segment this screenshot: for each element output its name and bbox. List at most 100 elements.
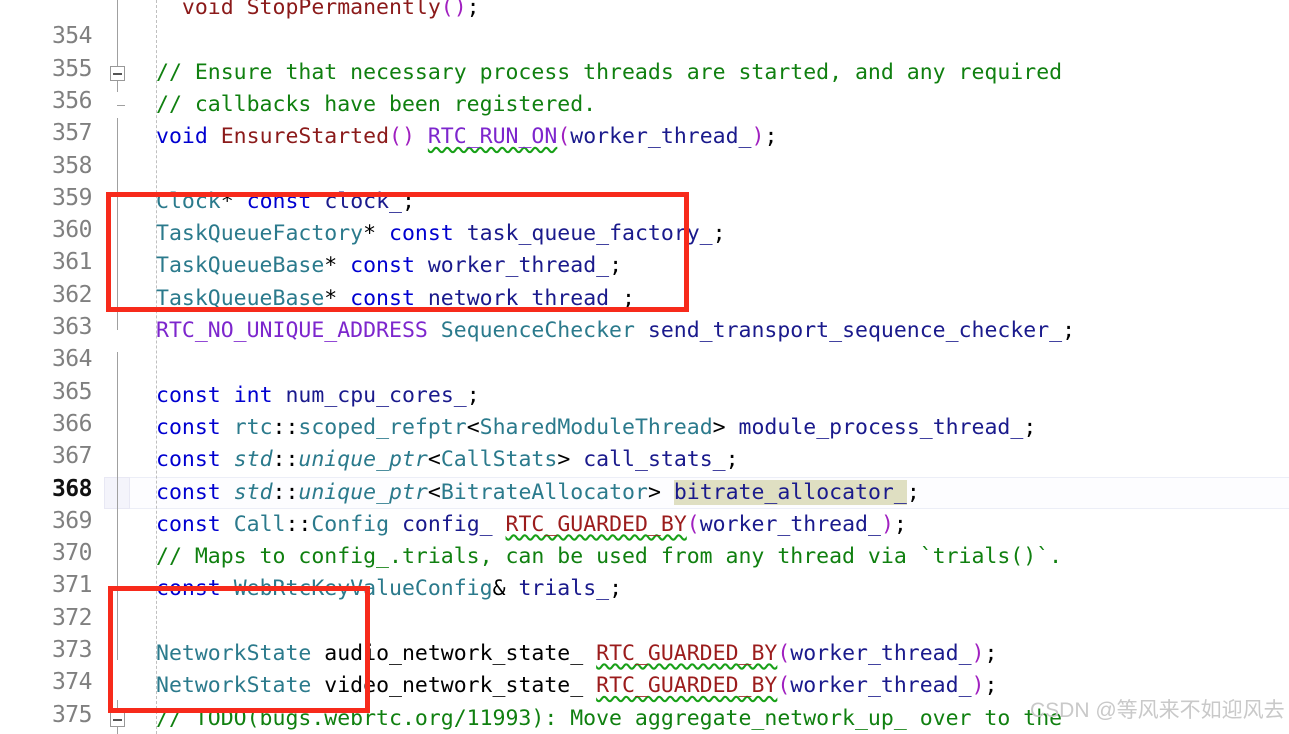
line-number-367[interactable]: 367 xyxy=(0,440,93,472)
token: module_process_thread_ xyxy=(738,414,1024,440)
code-line-363[interactable]: RTC_NO_UNIQUE_ADDRESS SequenceChecker se… xyxy=(130,315,1289,347)
code-line-354[interactable] xyxy=(130,24,1289,56)
code-line-text: RTC_NO_UNIQUE_ADDRESS SequenceChecker se… xyxy=(130,318,1075,343)
code-line-text: // Maps to config_.trials, can be used f… xyxy=(130,544,1062,569)
code-content[interactable]: void StopPermanently(); // Ensure that ne… xyxy=(130,0,1289,734)
code-line-353[interactable]: void StopPermanently(); xyxy=(130,0,1289,24)
line-number-373[interactable]: 373 xyxy=(0,634,93,666)
token: // TODO(bugs.webrtc.org/11993): Move agg… xyxy=(156,705,1063,731)
line-number-362[interactable]: 362 xyxy=(0,279,93,311)
token: const xyxy=(156,414,221,440)
code-folding-gutter[interactable] xyxy=(104,0,130,734)
code-line-364[interactable] xyxy=(130,347,1289,379)
token: void xyxy=(156,124,208,150)
code-line-370[interactable]: // Maps to config_.trials, can be used f… xyxy=(130,541,1289,573)
code-line-text: Clock* const clock_; xyxy=(130,189,415,214)
line-number-372[interactable]: 372 xyxy=(0,602,93,634)
code-editor[interactable]: 354 355 356 357 358 359 360 361 362 363 364 365 366 3… xyxy=(0,0,1289,734)
code-line-361[interactable]: TaskQueueBase* const worker_thread_; xyxy=(130,250,1289,282)
code-line-text: const WebRtcKeyValueConfig& trials_; xyxy=(130,576,622,601)
code-line-371[interactable]: const WebRtcKeyValueConfig& trials_; xyxy=(130,573,1289,605)
code-line-text: const std::unique_ptr<CallStats> call_st… xyxy=(130,447,739,472)
line-number-364[interactable]: 364 xyxy=(0,343,93,375)
line-number-359[interactable]: 359 xyxy=(0,182,93,214)
token: < xyxy=(427,447,441,473)
line-number-375[interactable]: 375 xyxy=(0,699,93,731)
token: // callbacks have been registered. xyxy=(156,91,597,117)
token: const xyxy=(156,382,221,408)
code-line-368[interactable]: const std::unique_ptr<BitrateAllocator> … xyxy=(130,477,1289,509)
token: SequenceChecker xyxy=(440,318,635,343)
token: const xyxy=(156,576,221,602)
line-number-360[interactable]: 360 xyxy=(0,214,93,246)
token: ; xyxy=(984,641,998,666)
line-number-361[interactable]: 361 xyxy=(0,246,93,278)
code-line-372[interactable] xyxy=(130,606,1289,638)
code-line-367[interactable]: const std::unique_ptr<CallStats> call_st… xyxy=(130,444,1289,476)
token: const xyxy=(246,188,312,214)
line-number-358[interactable]: 358 xyxy=(0,150,93,182)
token: int xyxy=(233,382,273,408)
line-number-366[interactable]: 366 xyxy=(0,408,93,440)
token: TaskQueueBase xyxy=(156,253,325,279)
line-number-371[interactable]: 371 xyxy=(0,569,93,601)
line-number-355[interactable]: 355 xyxy=(0,53,93,85)
fold-toggle-minus-icon-line-355[interactable] xyxy=(110,65,125,81)
line-number-356[interactable]: 356 xyxy=(0,85,93,117)
token: unique_ptr xyxy=(298,447,428,473)
code-line-365[interactable]: const int num_cpu_cores_; xyxy=(130,380,1289,412)
token: * xyxy=(363,221,389,247)
code-line-357[interactable]: void EnsureStarted() RTC_RUN_ON(worker_t… xyxy=(130,121,1289,153)
token: audio_network_state_ xyxy=(311,641,597,666)
line-number-370[interactable]: 370 xyxy=(0,537,93,569)
code-line-text: const std::unique_ptr<BitrateAllocator> … xyxy=(130,479,920,505)
code-line-360[interactable]: TaskQueueFactory* const task_queue_facto… xyxy=(130,218,1289,250)
line-number-363[interactable]: 363 xyxy=(0,311,93,343)
code-line-text: void EnsureStarted() RTC_RUN_ON(worker_t… xyxy=(130,124,777,149)
token: RTC_RUN_ON xyxy=(427,124,558,150)
fold-toggle-minus-icon-line-375[interactable] xyxy=(110,711,125,727)
token: // Ensure that necessary process threads… xyxy=(156,59,1063,85)
code-line-356[interactable]: // callbacks have been registered. xyxy=(130,89,1289,121)
token: const xyxy=(156,447,221,473)
code-line-355[interactable]: // Ensure that necessary process threads… xyxy=(130,57,1289,89)
line-number-374[interactable]: 374 xyxy=(0,666,93,698)
code-line-358[interactable] xyxy=(130,154,1289,186)
line-number-354[interactable]: 354 xyxy=(0,20,93,52)
token: ; xyxy=(725,447,739,473)
code-line-373[interactable]: NetworkState audio_network_state_ RTC_GU… xyxy=(130,638,1289,670)
code-line-366[interactable]: const rtc::scoped_refptr<SharedModuleThr… xyxy=(130,412,1289,444)
line-number-368[interactable]: 368 xyxy=(0,473,93,505)
token: call_stats_ xyxy=(583,447,726,473)
token: ( xyxy=(777,641,791,666)
token: const xyxy=(350,285,415,311)
token: :: xyxy=(272,414,299,440)
line-number-365[interactable]: 365 xyxy=(0,376,93,408)
token: ; xyxy=(764,124,778,150)
code-line-359[interactable]: Clock* const clock_; xyxy=(130,186,1289,218)
line-number-gutter[interactable]: 354 355 356 357 358 359 360 361 362 363 364 365 366 3… xyxy=(0,0,104,734)
token: ; xyxy=(906,479,920,505)
token: ; xyxy=(466,0,480,20)
token: config_ xyxy=(401,511,493,537)
fold-rail xyxy=(117,352,118,660)
code-line-369[interactable]: const Call::Config config_ RTC_GUARDED_B… xyxy=(130,509,1289,541)
token: ) xyxy=(971,673,985,699)
token: EnsureStarted xyxy=(220,124,390,150)
code-line-362[interactable]: TaskQueueBase* const network_thread_; xyxy=(130,283,1289,315)
line-number-357[interactable]: 357 xyxy=(0,117,93,149)
line-number-369[interactable]: 369 xyxy=(0,505,93,537)
code-line-text: TaskQueueFactory* const task_queue_facto… xyxy=(130,221,726,246)
token: ; xyxy=(609,576,623,602)
